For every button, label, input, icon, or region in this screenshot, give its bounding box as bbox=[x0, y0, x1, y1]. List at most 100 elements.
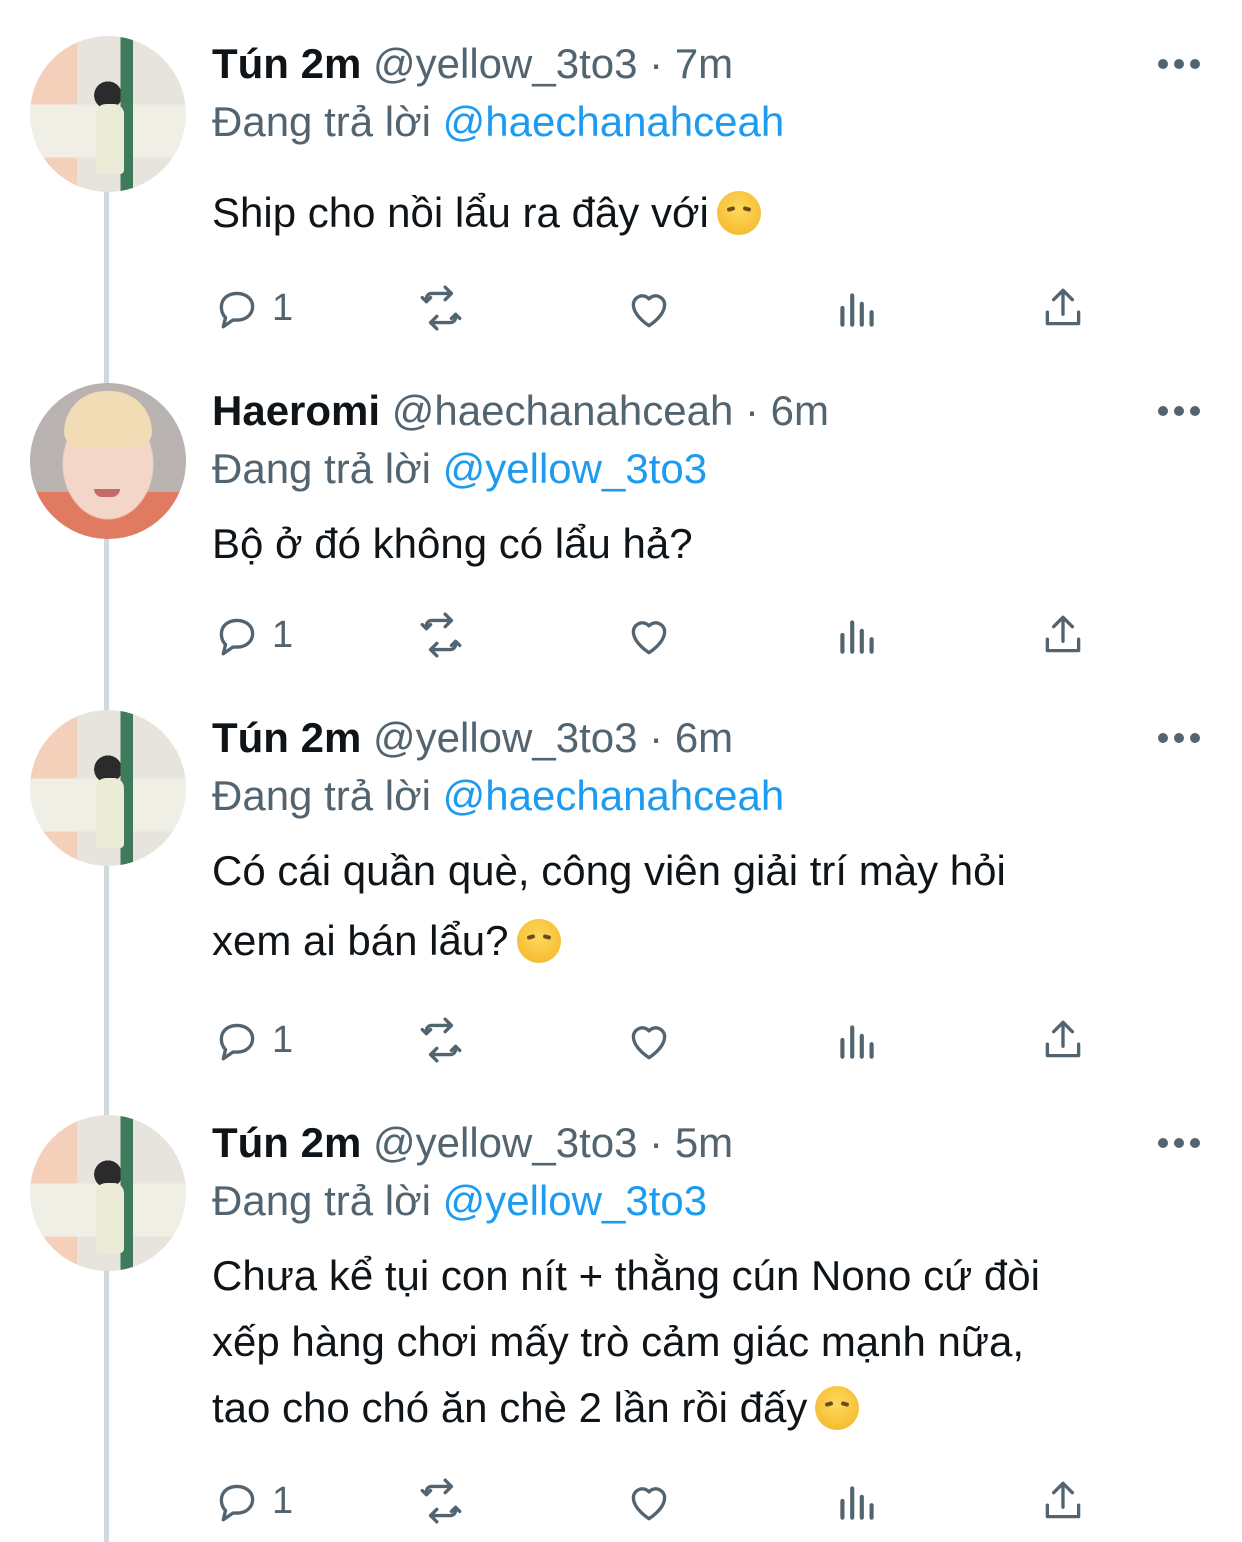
share-icon bbox=[1045, 1481, 1081, 1519]
reply-button[interactable]: 1 bbox=[212, 280, 293, 336]
separator-dot: · bbox=[649, 40, 664, 87]
analytics-icon bbox=[840, 1486, 874, 1520]
like-button[interactable] bbox=[624, 280, 674, 336]
mention-link[interactable]: @yellow_3to3 bbox=[443, 1177, 707, 1224]
share-button[interactable] bbox=[1038, 607, 1088, 663]
reply-button[interactable]: 1 bbox=[212, 607, 293, 663]
share-icon bbox=[1045, 615, 1081, 653]
retweet-icon bbox=[420, 285, 462, 331]
share-button[interactable] bbox=[1038, 280, 1088, 336]
disappointed-face-icon bbox=[516, 919, 561, 963]
retweet-button[interactable] bbox=[416, 280, 466, 336]
mention-link[interactable]: @yellow_3to3 bbox=[443, 445, 707, 492]
handle[interactable]: @haechanahceah bbox=[392, 387, 734, 434]
tweet-header: Haeromi @haechanahceah · 6m bbox=[212, 383, 829, 439]
separator-dot: · bbox=[744, 387, 759, 434]
tweet-header: Tún 2m @yellow_3to3 · 5m bbox=[212, 1115, 733, 1171]
avatar[interactable] bbox=[30, 710, 186, 866]
analytics-button[interactable] bbox=[832, 1012, 882, 1068]
reply-icon bbox=[219, 291, 255, 329]
pensive-face-icon bbox=[815, 1386, 860, 1430]
tweet-text: Chưa kể tụi con nít + thằng cún Nono cứ … bbox=[212, 1243, 1040, 1441]
tweet-text-line: xem ai bán lẩu? bbox=[212, 917, 509, 964]
like-icon bbox=[631, 1026, 667, 1060]
like-icon bbox=[631, 621, 667, 655]
avatar[interactable] bbox=[30, 36, 186, 192]
avatar[interactable] bbox=[30, 383, 186, 539]
display-name[interactable]: Tún 2m bbox=[212, 1119, 361, 1166]
replying-label: Đang trả lời bbox=[212, 1177, 431, 1224]
tweet-text: Có cái quần què, công viên giải trí mày … bbox=[212, 838, 1006, 974]
more-icon[interactable] bbox=[1158, 405, 1200, 417]
handle[interactable]: @yellow_3to3 bbox=[373, 40, 637, 87]
handle[interactable]: @yellow_3to3 bbox=[373, 1119, 637, 1166]
more-icon[interactable] bbox=[1158, 58, 1200, 70]
tweet-header: Tún 2m @yellow_3to3 · 6m bbox=[212, 710, 733, 766]
timestamp[interactable]: 6m bbox=[675, 714, 733, 761]
reply-count: 1 bbox=[272, 1018, 294, 1061]
analytics-button[interactable] bbox=[832, 1473, 882, 1529]
disappointed-face-icon bbox=[716, 191, 761, 235]
replying-to: Đang trả lời @yellow_3to3 bbox=[212, 1173, 707, 1229]
like-button[interactable] bbox=[624, 1012, 674, 1068]
display-name[interactable]: Tún 2m bbox=[212, 40, 361, 87]
reply-button[interactable]: 1 bbox=[212, 1473, 293, 1529]
like-button[interactable] bbox=[624, 607, 674, 663]
like-button[interactable] bbox=[624, 1473, 674, 1529]
share-button[interactable] bbox=[1038, 1473, 1088, 1529]
share-icon bbox=[1045, 288, 1081, 326]
tweet-text-line: Bộ ở đó không có lẩu hả? bbox=[212, 520, 693, 567]
handle[interactable]: @yellow_3to3 bbox=[373, 714, 637, 761]
reply-icon bbox=[219, 1023, 255, 1061]
replying-to: Đang trả lời @haechanahceah bbox=[212, 768, 784, 824]
reply-button[interactable]: 1 bbox=[212, 1012, 293, 1068]
like-icon bbox=[631, 294, 667, 328]
tweet-text-line: Chưa kể tụi con nít + thằng cún Nono cứ … bbox=[212, 1252, 1040, 1299]
retweet-button[interactable] bbox=[416, 1473, 466, 1529]
tweet-text-line: Có cái quần què, công viên giải trí mày … bbox=[212, 847, 1006, 894]
replying-label: Đang trả lời bbox=[212, 445, 431, 492]
retweet-icon bbox=[420, 1017, 462, 1063]
action-bar: 1 bbox=[212, 607, 1092, 663]
tweet-header: Tún 2m @yellow_3to3 · 7m bbox=[212, 36, 733, 92]
timestamp[interactable]: 6m bbox=[771, 387, 829, 434]
separator-dot: · bbox=[649, 1119, 664, 1166]
more-icon[interactable] bbox=[1158, 1137, 1200, 1149]
timestamp[interactable]: 5m bbox=[675, 1119, 733, 1166]
reply-count: 1 bbox=[272, 1479, 294, 1522]
analytics-button[interactable] bbox=[832, 280, 882, 336]
analytics-icon bbox=[840, 620, 874, 654]
timestamp[interactable]: 7m bbox=[675, 40, 733, 87]
share-icon bbox=[1045, 1020, 1081, 1058]
tweet-text: Bộ ở đó không có lẩu hả? bbox=[212, 511, 693, 577]
reply-count: 1 bbox=[272, 613, 294, 656]
mention-link[interactable]: @haechanahceah bbox=[443, 772, 785, 819]
separator-dot: · bbox=[649, 714, 664, 761]
mention-link[interactable]: @haechanahceah bbox=[443, 98, 785, 145]
reply-icon bbox=[219, 618, 255, 656]
display-name[interactable]: Haeromi bbox=[212, 387, 380, 434]
action-bar: 1 bbox=[212, 1012, 1092, 1068]
analytics-button[interactable] bbox=[832, 607, 882, 663]
replying-to: Đang trả lời @yellow_3to3 bbox=[212, 441, 707, 497]
tweet-text-line: xếp hàng chơi mấy trò cảm giác mạnh nữa, bbox=[212, 1318, 1025, 1365]
display-name[interactable]: Tún 2m bbox=[212, 714, 361, 761]
more-icon[interactable] bbox=[1158, 732, 1200, 744]
action-bar: 1 bbox=[212, 1473, 1092, 1529]
action-bar: 1 bbox=[212, 280, 1092, 336]
replying-to: Đang trả lời @haechanahceah bbox=[212, 94, 784, 150]
tweet-text-line: tao cho chó ăn chè 2 lần rồi đấy bbox=[212, 1384, 808, 1431]
replying-label: Đang trả lời bbox=[212, 772, 431, 819]
reply-icon bbox=[219, 1484, 255, 1522]
reply-count: 1 bbox=[272, 286, 294, 329]
retweet-icon bbox=[420, 1478, 462, 1524]
retweet-icon bbox=[420, 612, 462, 658]
tweet-text: Ship cho nồi lẩu ra đây với bbox=[212, 180, 761, 246]
like-icon bbox=[631, 1487, 667, 1521]
retweet-button[interactable] bbox=[416, 1012, 466, 1068]
avatar[interactable] bbox=[30, 1115, 186, 1271]
share-button[interactable] bbox=[1038, 1012, 1088, 1068]
tweet-text-line: Ship cho nồi lẩu ra đây với bbox=[212, 189, 709, 236]
analytics-icon bbox=[840, 1025, 874, 1059]
retweet-button[interactable] bbox=[416, 607, 466, 663]
